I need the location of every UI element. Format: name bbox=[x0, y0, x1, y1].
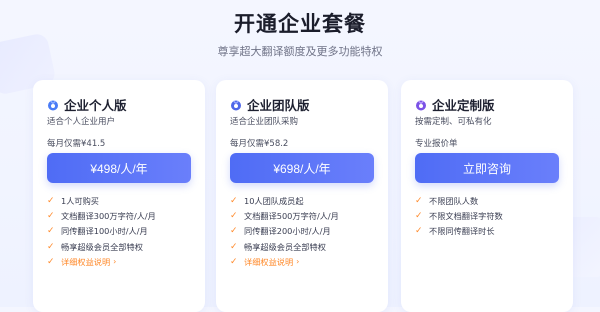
medal-icon bbox=[47, 99, 59, 111]
feature-item: ✓ 不限团队人数 bbox=[415, 193, 503, 208]
feature-text: 10人团队成员起 bbox=[244, 195, 304, 206]
feature-item: ✓ 10人团队成员起 bbox=[230, 193, 339, 208]
check-icon: ✓ bbox=[230, 241, 238, 252]
plan-header: 企业团队版 bbox=[230, 95, 310, 114]
feature-text: 文档翻译500万字符/人/月 bbox=[244, 210, 339, 221]
detail-link-text: 详细权益说明 bbox=[61, 256, 111, 267]
feature-text: 不限团队人数 bbox=[429, 195, 479, 206]
feature-text: 1人可购买 bbox=[61, 195, 99, 206]
plan-name: 企业个人版 bbox=[64, 98, 127, 113]
plan-header: 企业定制版 bbox=[415, 95, 495, 114]
feature-list: ✓ 10人团队成员起 ✓ 文档翻译500万字符/人/月 ✓ 同传翻译200小时/人/月… bbox=[230, 193, 339, 269]
check-icon: ✓ bbox=[230, 256, 238, 267]
chevron-right-icon: › bbox=[113, 257, 117, 267]
check-icon: ✓ bbox=[415, 226, 423, 237]
feature-text: 同传翻译100小时/人/月 bbox=[61, 226, 148, 237]
feature-list: ✓ 不限团队人数 ✓ 不限文档翻译字符数 ✓ 不限同传翻译时长 bbox=[415, 193, 503, 239]
check-icon: ✓ bbox=[230, 210, 238, 221]
detail-link-text: 详细权益说明 bbox=[244, 256, 294, 267]
page-title: 开通企业套餐 bbox=[234, 12, 366, 36]
plan-name: 企业定制版 bbox=[432, 98, 495, 113]
feature-list: ✓ 1人可购买 ✓ 文档翻译300万字符/人/月 ✓ 同传翻译100小时/人/月 ✓ 畅… bbox=[47, 193, 156, 269]
detail-link[interactable]: ✓ 详细权益说明 › bbox=[230, 254, 339, 269]
plan-name: 企业团队版 bbox=[247, 98, 310, 113]
feature-item: ✓ 1人可购买 bbox=[47, 193, 156, 208]
feature-text: 同传翻译200小时/人/月 bbox=[244, 226, 331, 237]
feature-item: ✓ 文档翻译500万字符/人/月 bbox=[230, 208, 339, 223]
feature-item: ✓ 畅享超级会员全部特权 bbox=[230, 239, 339, 254]
feature-text: 畅享超级会员全部特权 bbox=[244, 241, 326, 252]
check-icon: ✓ bbox=[47, 210, 55, 221]
plan-card-team: 企业团队版 适合企业团队采购 每月仅需¥58.2 ¥698/人/年 ✓ 10人团队… bbox=[216, 80, 388, 312]
medal-icon bbox=[415, 99, 427, 111]
plan-price-note: 专业报价单 bbox=[415, 139, 458, 149]
plan-description: 按需定制、可私有化 bbox=[415, 117, 492, 127]
plan-price-note: 每月仅需¥41.5 bbox=[47, 139, 106, 149]
check-icon: ✓ bbox=[47, 226, 55, 237]
feature-item: ✓ 不限同传翻译时长 bbox=[415, 224, 503, 239]
check-icon: ✓ bbox=[415, 210, 423, 221]
consult-button[interactable]: 立即咨询 bbox=[415, 153, 559, 183]
plan-description: 适合企业团队采购 bbox=[230, 117, 299, 127]
plan-card-personal: 企业个人版 适合个人企业用户 每月仅需¥41.5 ¥498/人/年 ✓ 1人可购买… bbox=[33, 80, 205, 312]
buy-team-button[interactable]: ¥698/人/年 bbox=[230, 153, 374, 183]
plan-card-custom: 企业定制版 按需定制、可私有化 专业报价单 立即咨询 ✓ 不限团队人数 ✓ 不限文档… bbox=[401, 80, 573, 312]
feature-text: 畅享超级会员全部特权 bbox=[61, 241, 143, 252]
check-icon: ✓ bbox=[47, 241, 55, 252]
feature-text: 不限同传翻译时长 bbox=[429, 226, 495, 237]
feature-text: 文档翻译300万字符/人/月 bbox=[61, 210, 156, 221]
plan-description: 适合个人企业用户 bbox=[47, 117, 116, 127]
buy-personal-button[interactable]: ¥498/人/年 bbox=[47, 153, 191, 183]
feature-item: ✓ 同传翻译100小时/人/月 bbox=[47, 224, 156, 239]
plan-price-note: 每月仅需¥58.2 bbox=[230, 139, 289, 149]
check-icon: ✓ bbox=[230, 226, 238, 237]
plan-header: 企业个人版 bbox=[47, 95, 127, 114]
check-icon: ✓ bbox=[230, 195, 238, 206]
medal-icon bbox=[230, 99, 242, 111]
detail-link[interactable]: ✓ 详细权益说明 › bbox=[47, 254, 156, 269]
chevron-right-icon: › bbox=[296, 257, 300, 267]
check-icon: ✓ bbox=[47, 195, 55, 206]
check-icon: ✓ bbox=[415, 195, 423, 206]
feature-item: ✓ 文档翻译300万字符/人/月 bbox=[47, 208, 156, 223]
feature-text: 不限文档翻译字符数 bbox=[429, 210, 503, 221]
page-subtitle: 尊享超大翻译额度及更多功能特权 bbox=[217, 45, 383, 58]
check-icon: ✓ bbox=[47, 256, 55, 267]
feature-item: ✓ 同传翻译200小时/人/月 bbox=[230, 224, 339, 239]
feature-item: ✓ 不限文档翻译字符数 bbox=[415, 208, 503, 223]
feature-item: ✓ 畅享超级会员全部特权 bbox=[47, 239, 156, 254]
